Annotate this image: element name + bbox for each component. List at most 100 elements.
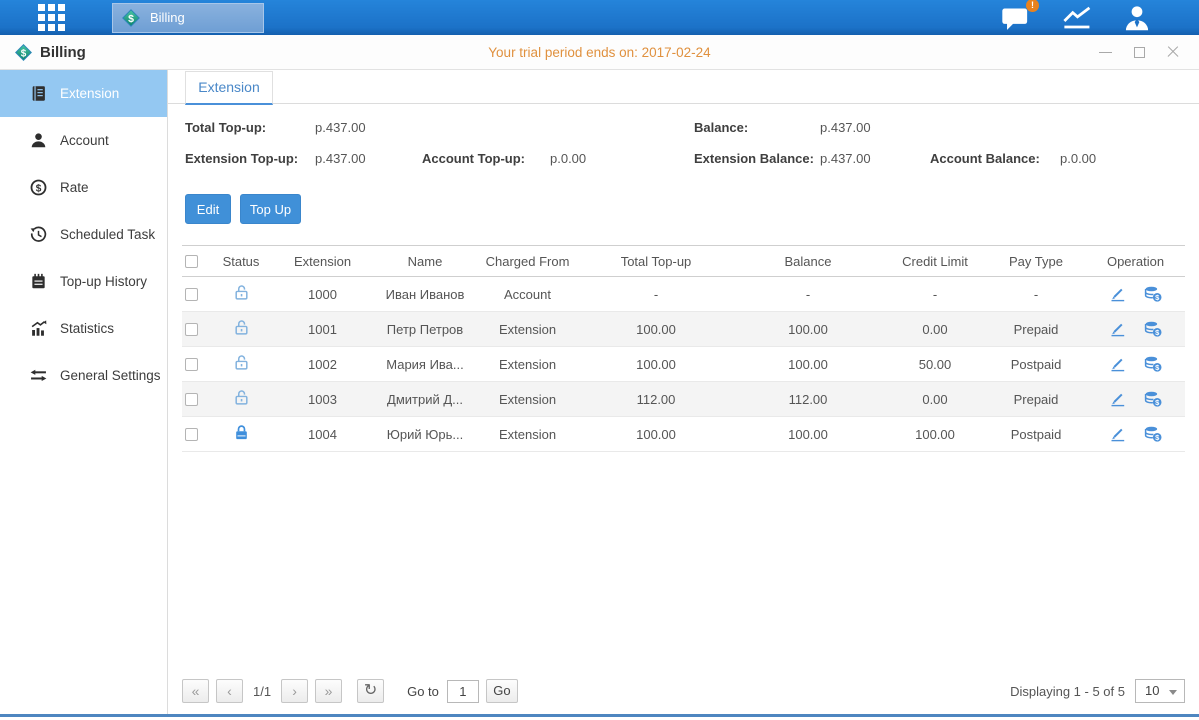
last-page-button[interactable]: » (315, 679, 342, 703)
table-row: 1002Мария Ива...Extension100.00100.0050.… (182, 347, 1185, 382)
edit-pencil-icon[interactable] (1110, 426, 1126, 442)
edit-pencil-icon[interactable] (1110, 321, 1126, 337)
edit-button[interactable]: Edit (185, 194, 231, 224)
svg-text:$: $ (128, 13, 134, 25)
table-header-row: Status Extension Name Charged From Total… (182, 245, 1185, 277)
sidebar-item-topup-history[interactable]: Top-up History (0, 258, 167, 305)
select-all-checkbox[interactable] (185, 255, 198, 268)
top-up-button[interactable]: Top Up (240, 194, 301, 224)
cell-extension: 1004 (270, 427, 375, 442)
taskbar-right-icons: ! (1001, 5, 1199, 31)
sidebar-item-label: Extension (60, 86, 119, 101)
row-checkbox[interactable] (185, 323, 198, 336)
cell-total-topup: - (580, 287, 732, 302)
ledger-icon (30, 85, 47, 102)
header-total-topup[interactable]: Total Top-up (580, 254, 732, 269)
topup-coins-icon[interactable]: $ (1144, 321, 1162, 337)
row-checkbox[interactable] (185, 288, 198, 301)
page-indicator: 1/1 (253, 684, 271, 699)
user-icon[interactable] (1123, 5, 1151, 31)
cell-balance: - (732, 287, 884, 302)
cell-charged-from: Extension (475, 322, 580, 337)
tab-extension[interactable]: Extension (185, 71, 273, 105)
header-pay-type[interactable]: Pay Type (986, 254, 1086, 269)
cell-pay-type: Prepaid (986, 392, 1086, 407)
sidebar-item-extension[interactable]: Extension (0, 70, 167, 117)
lock-status-icon (233, 324, 250, 339)
edit-pencil-icon[interactable] (1110, 286, 1126, 302)
cell-extension: 1002 (270, 357, 375, 372)
notepad-icon (30, 273, 47, 290)
sidebar-item-label: Scheduled Task (60, 227, 155, 242)
sidebar: Extension Account $ Rate Scheduled Task (0, 70, 168, 714)
topup-coins-icon[interactable]: $ (1144, 356, 1162, 372)
header-charged-from[interactable]: Charged From (475, 254, 580, 269)
cell-balance: 100.00 (732, 357, 884, 372)
cell-total-topup: 100.00 (580, 427, 732, 442)
header-operation[interactable]: Operation (1086, 254, 1185, 269)
edit-pencil-icon[interactable] (1110, 356, 1126, 372)
cell-name: Иван Иванов (375, 287, 475, 302)
sidebar-item-label: Rate (60, 180, 89, 195)
stat-account-topup: Account Top-up:p.0.00 (422, 151, 652, 168)
goto-page-input[interactable] (447, 680, 479, 703)
displaying-status: Displaying 1 - 5 of 5 (1010, 684, 1125, 699)
cell-total-topup: 112.00 (580, 392, 732, 407)
sidebar-item-label: Statistics (60, 321, 114, 336)
window-title: Billing (40, 44, 86, 61)
statistics-chart-icon[interactable] (1062, 6, 1093, 30)
edit-pencil-icon[interactable] (1110, 391, 1126, 407)
notification-badge: ! (1026, 0, 1039, 12)
header-status[interactable]: Status (212, 254, 270, 269)
sidebar-item-rate[interactable]: $ Rate (0, 164, 167, 211)
cell-name: Дмитрий Д... (375, 392, 475, 407)
refresh-icon[interactable]: ↻ (357, 679, 384, 703)
taskbar-tab-billing[interactable]: $ Billing (112, 3, 264, 33)
go-button[interactable]: Go (486, 679, 518, 703)
topup-coins-icon[interactable]: $ (1144, 286, 1162, 302)
header-balance[interactable]: Balance (732, 254, 884, 269)
lock-status-icon (233, 394, 250, 409)
header-name[interactable]: Name (375, 254, 475, 269)
person-icon (30, 132, 47, 149)
cell-name: Петр Петров (375, 322, 475, 337)
sidebar-item-scheduled-task[interactable]: Scheduled Task (0, 211, 167, 258)
sidebar-item-label: Account (60, 133, 109, 148)
stat-extension-balance: Extension Balance:p.437.00 (694, 151, 924, 168)
sidebar-item-general-settings[interactable]: General Settings (0, 352, 167, 399)
billing-diamond-icon: $ (14, 43, 33, 62)
bar-chart-icon (30, 320, 47, 337)
stat-total-topup: Total Top-up:p.437.00 (185, 120, 515, 137)
messages-icon[interactable]: ! (1001, 5, 1032, 31)
cell-charged-from: Extension (475, 392, 580, 407)
pagination-bar: « ‹ 1/1 › » ↻ Go to Go Displaying 1 - 5 … (182, 678, 1185, 704)
dollar-circle-icon: $ (30, 179, 47, 196)
close-icon[interactable] (1167, 46, 1179, 58)
cell-credit-limit: 0.00 (884, 322, 986, 337)
topup-coins-icon[interactable]: $ (1144, 391, 1162, 407)
app-grid-icon[interactable] (35, 1, 68, 34)
table-row: 1003Дмитрий Д...Extension112.00112.000.0… (182, 382, 1185, 417)
row-checkbox[interactable] (185, 393, 198, 406)
minimize-icon[interactable] (1099, 52, 1112, 53)
header-credit-limit[interactable]: Credit Limit (884, 254, 986, 269)
goto-label: Go to (407, 684, 439, 699)
cell-total-topup: 100.00 (580, 357, 732, 372)
prev-page-button[interactable]: ‹ (216, 679, 243, 703)
first-page-button[interactable]: « (182, 679, 209, 703)
cell-pay-type: Postpaid (986, 357, 1086, 372)
window-titlebar: $ Billing Your trial period ends on: 201… (0, 35, 1199, 70)
sidebar-item-statistics[interactable]: Statistics (0, 305, 167, 352)
lock-status-icon (233, 289, 250, 304)
header-extension[interactable]: Extension (270, 254, 375, 269)
cell-pay-type: Postpaid (986, 427, 1086, 442)
row-checkbox[interactable] (185, 428, 198, 441)
next-page-button[interactable]: › (281, 679, 308, 703)
stat-account-balance: Account Balance:p.0.00 (930, 151, 1160, 168)
maximize-icon[interactable] (1134, 47, 1145, 58)
row-checkbox[interactable] (185, 358, 198, 371)
svg-text:$: $ (21, 48, 27, 59)
sidebar-item-account[interactable]: Account (0, 117, 167, 164)
page-size-select[interactable]: 10 (1135, 679, 1185, 703)
topup-coins-icon[interactable]: $ (1144, 426, 1162, 442)
